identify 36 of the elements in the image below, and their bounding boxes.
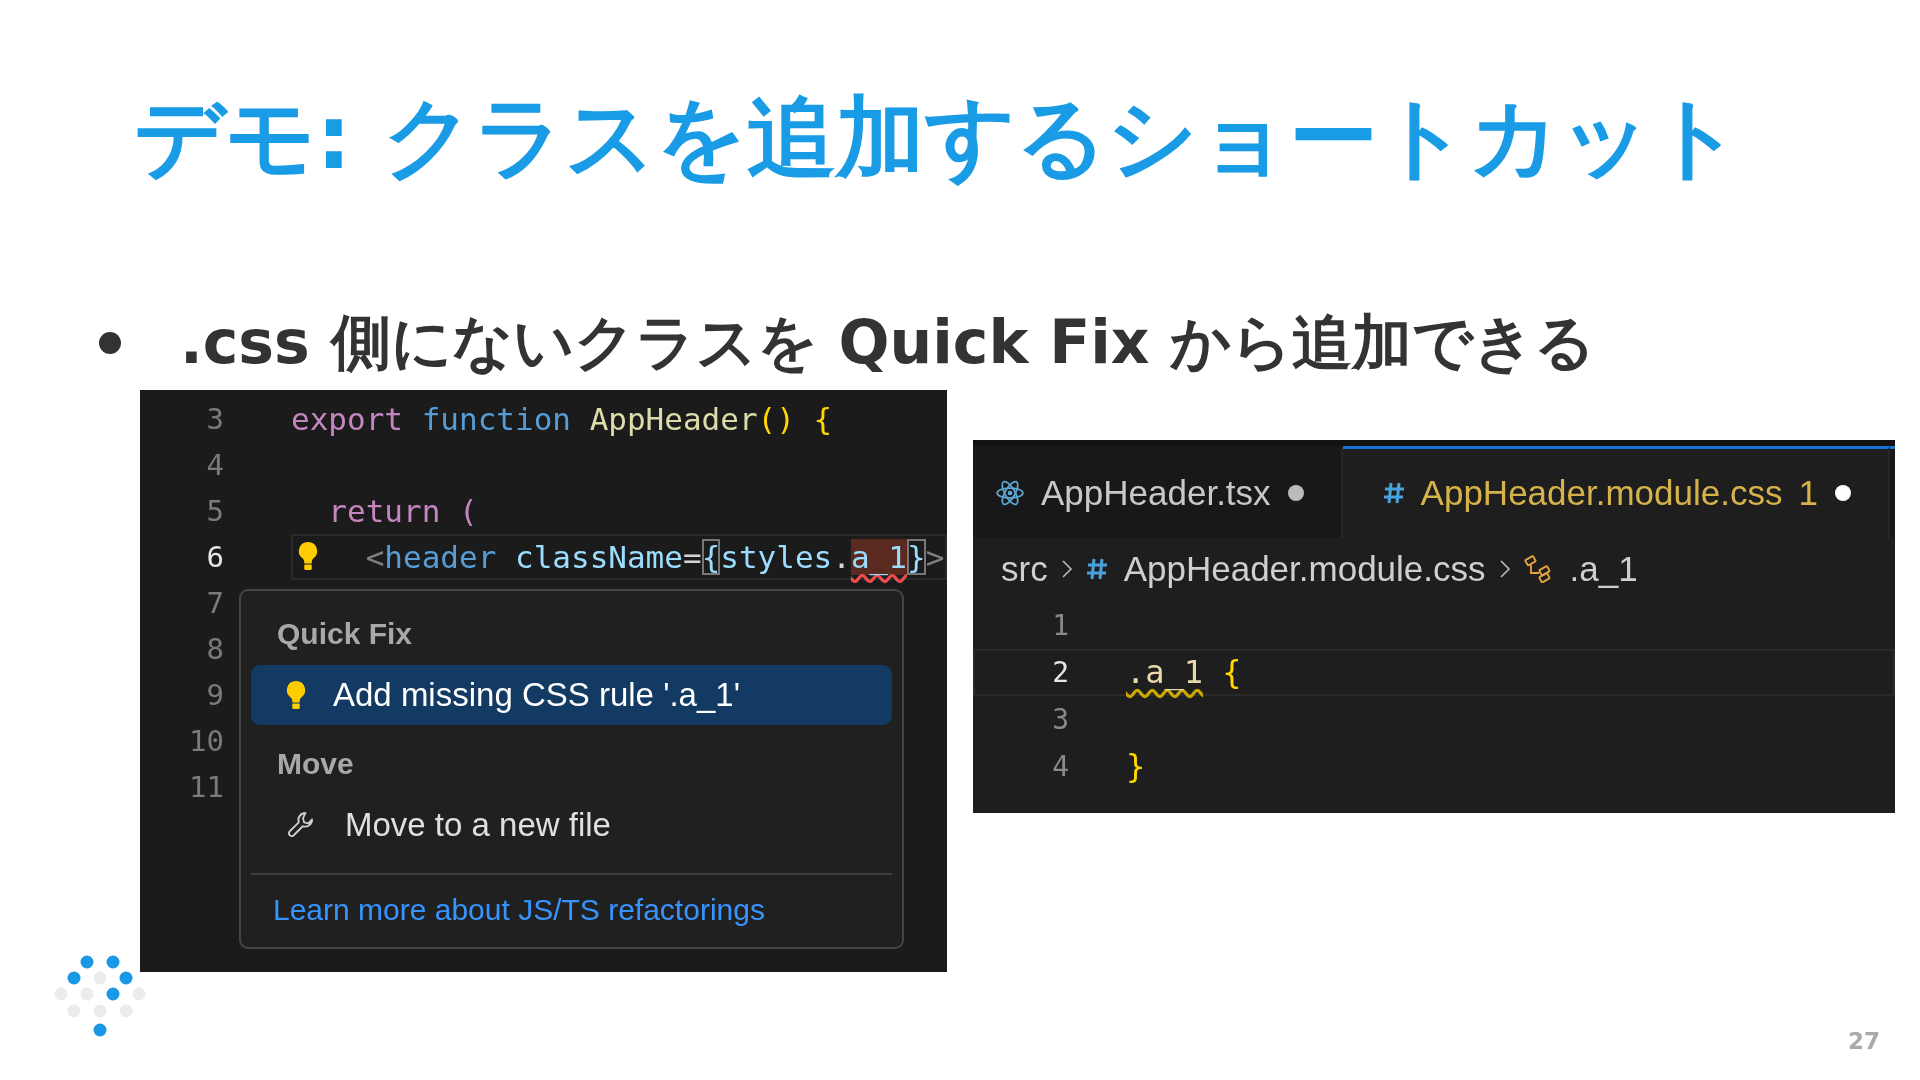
- slide-title: デモ: クラスを追加するショートカット: [134, 84, 1742, 191]
- refactorings-link[interactable]: Learn more about JS/TS refactorings: [251, 892, 787, 927]
- bullet-icon: [98, 331, 122, 356]
- line-number: 7: [205, 585, 224, 620]
- code-line: .a_1 {: [1126, 653, 1242, 692]
- code-line: return (: [327, 492, 478, 529]
- chevron-icon: [1497, 557, 1512, 580]
- hash-icon: [1382, 481, 1405, 506]
- line-number: 1: [1051, 608, 1069, 642]
- code-line: <header className={styles.a_1}>: [364, 538, 945, 575]
- page-number: 27: [1848, 1028, 1880, 1054]
- menu-heading: Quick Fix: [276, 615, 414, 652]
- menu-item[interactable]: Move to a new file: [251, 794, 892, 855]
- line-number: 3: [205, 401, 224, 436]
- line-number: 2: [1051, 655, 1069, 689]
- menu-item[interactable]: Add missing CSS rule '.a_1': [251, 664, 892, 725]
- bullet-text: .css 側にないクラスを Quick Fix から追加できる: [180, 305, 1596, 379]
- hash-icon: [1085, 556, 1108, 581]
- lightbulb-icon: [285, 679, 307, 710]
- code-line: export function AppHeader() {: [291, 400, 833, 437]
- chevron-icon: [1059, 557, 1074, 580]
- line-number: 9: [205, 677, 224, 712]
- menu-heading: Move: [276, 745, 355, 782]
- breadcrumb-item[interactable]: .a_1: [1523, 548, 1638, 589]
- line-number: 3: [1051, 702, 1069, 736]
- line-number: 8: [205, 631, 224, 666]
- line-number: 6: [205, 539, 224, 574]
- line-number: 4: [205, 447, 224, 482]
- code-line: }: [1126, 747, 1146, 786]
- line-number: 5: [205, 493, 224, 528]
- breadcrumb-item[interactable]: src: [1001, 548, 1048, 589]
- line-number: 4: [1051, 749, 1069, 783]
- editor-tab[interactable]: AppHeader.module.css 1: [1342, 445, 1890, 538]
- line-number: 10: [188, 723, 224, 758]
- breadcrumb-item[interactable]: AppHeader.module.css: [1085, 548, 1486, 589]
- line-number: 11: [188, 769, 224, 804]
